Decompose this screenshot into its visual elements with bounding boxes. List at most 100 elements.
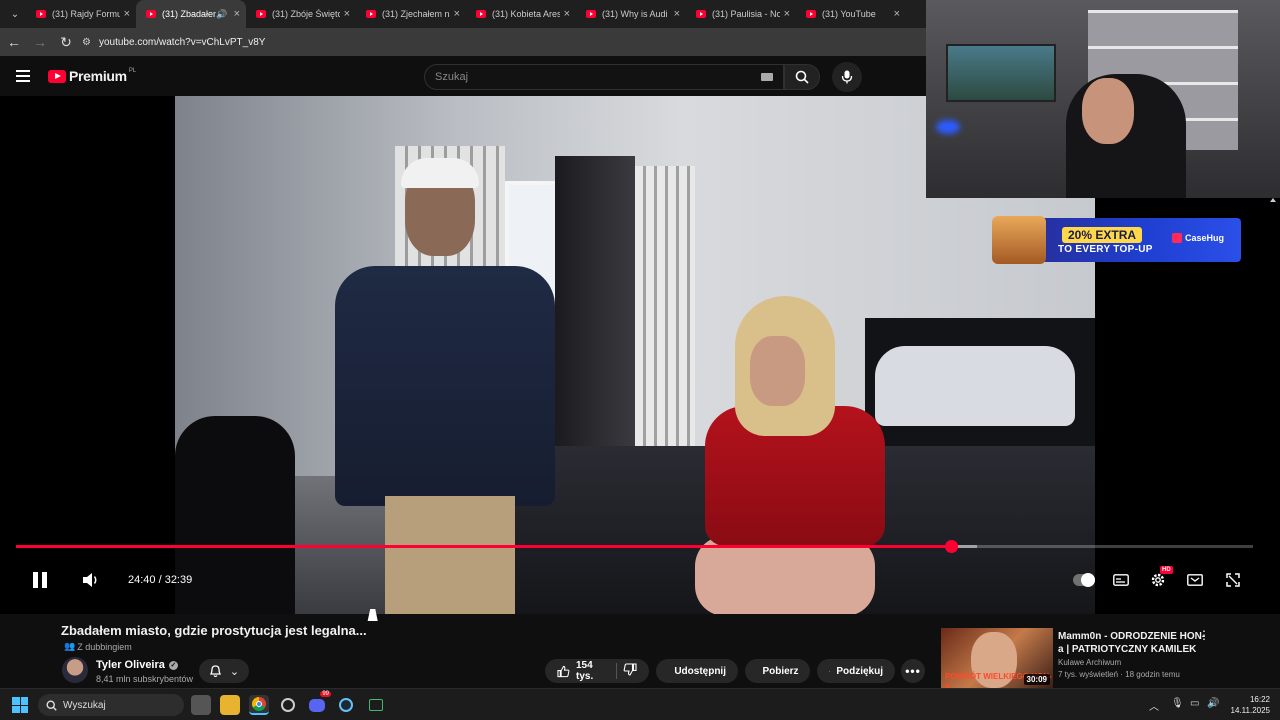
tray-chevron-up-icon[interactable]: ︿: [1149, 698, 1159, 713]
time-display: 24:40 / 32:39: [128, 574, 193, 586]
scrubber-handle[interactable]: [944, 540, 958, 553]
thanks-button[interactable]: $ Podziękuj: [817, 659, 895, 683]
search-input[interactable]: Szukaj: [424, 64, 784, 90]
fullscreen-button[interactable]: [1221, 568, 1245, 592]
browser-tab[interactable]: (31) Zbadałem 🔊 ×: [136, 0, 246, 28]
tab-close-icon[interactable]: ×: [564, 8, 570, 20]
search-button[interactable]: [784, 64, 820, 90]
youtube-play-logo-icon: [48, 69, 66, 83]
keyboard-icon[interactable]: [761, 73, 773, 81]
like-divider: [616, 663, 617, 679]
steam-icon[interactable]: [336, 695, 356, 715]
casehug-logo-icon: [1172, 233, 1182, 243]
channel-avatar[interactable]: [62, 657, 88, 683]
audio-playing-icon[interactable]: 🔊: [216, 9, 227, 20]
chrome-logo: [252, 697, 266, 711]
tab-close-icon[interactable]: ×: [344, 8, 350, 20]
browser-tab[interactable]: (31) Zjechałem na ×: [356, 0, 466, 28]
site-info-icon[interactable]: ⚙: [82, 37, 91, 48]
tab-close-icon[interactable]: ×: [784, 8, 790, 20]
tray-microphone-icon[interactable]: 🎙: [1171, 698, 1184, 709]
pause-icon: [33, 572, 38, 588]
browser-tab[interactable]: (31) Why is Audi ×: [576, 0, 686, 28]
thanks-label: Podziękuj: [836, 665, 883, 677]
tab-close-icon[interactable]: ×: [124, 8, 130, 20]
autoplay-toggle[interactable]: [1072, 568, 1096, 592]
search-icon: [46, 699, 57, 711]
dislike-button[interactable]: [623, 663, 637, 679]
tab-title: (31) Zjechałem na: [382, 9, 450, 19]
tab-title: (31) Kobieta Areszt: [492, 9, 560, 19]
back-arrow-icon[interactable]: ←: [2, 30, 26, 54]
browser-tab[interactable]: (31) Kobieta Areszt ×: [466, 0, 576, 28]
menu-hamburger-icon[interactable]: [16, 70, 38, 82]
verified-check-icon: ✓: [168, 660, 178, 670]
voice-search-button[interactable]: [832, 62, 862, 92]
more-vertical-icon[interactable]: ⋮: [1198, 628, 1210, 642]
discord-icon[interactable]: 99: [307, 691, 331, 715]
file-explorer-icon[interactable]: [220, 695, 240, 715]
terminal-icon[interactable]: [366, 695, 386, 715]
tab-title: (31) Paulisia - Nov: [712, 9, 780, 19]
channel-name[interactable]: Tyler Oliveira ✓: [96, 659, 178, 671]
recommended-channel[interactable]: Kulawe Archiwum: [1058, 658, 1121, 667]
reload-icon[interactable]: ↻: [54, 30, 78, 54]
promo-brand-text: CaseHug: [1185, 233, 1225, 243]
thumbs-down-icon: [623, 663, 637, 676]
tab-search-chevron-icon[interactable]: ⌄: [4, 3, 26, 25]
volume-icon: [83, 573, 97, 587]
tab-title: (31) YouTube: [822, 9, 876, 19]
tab-close-icon[interactable]: ×: [674, 8, 680, 20]
download-button[interactable]: Pobierz: [745, 659, 810, 683]
taskbar-search-box[interactable]: Wyszukaj: [38, 694, 184, 716]
video-scene-woman: [675, 296, 915, 614]
pause-button[interactable]: [30, 566, 50, 594]
address-bar-row: ← → ↻ ⚙ youtube.com/watch?v=vChLvPT_v8Y: [0, 28, 926, 56]
tray-network-icon[interactable]: ▭: [1190, 698, 1199, 709]
subscriber-count: 8,41 mln subskrybentów: [96, 674, 194, 684]
tab-close-icon[interactable]: ×: [894, 8, 900, 20]
promo-banner: 20% EXTRA TO EVERY TOP-UP CaseHug: [992, 216, 1241, 264]
pause-icon-bar: [42, 572, 47, 588]
tab-close-icon[interactable]: ×: [234, 8, 240, 20]
recommended-thumbnail[interactable]: POWRÓT WIELKIEGO HON-a 30:09: [941, 628, 1053, 688]
miniplayer-icon: [1187, 574, 1203, 586]
theater-mode-button[interactable]: [1183, 568, 1207, 592]
played-bar: [16, 545, 951, 548]
forward-arrow-icon[interactable]: →: [28, 30, 52, 54]
dubbed-text: Z dubbingiem: [77, 641, 132, 652]
share-label: Udostępnij: [674, 665, 726, 677]
browser-tab[interactable]: (31) Paulisia - Nov ×: [686, 0, 796, 28]
recommended-video[interactable]: POWRÓT WIELKIEGO HON-a 30:09 Mamm0n - OD…: [941, 628, 1261, 688]
page-scrollbar[interactable]: [1266, 196, 1280, 686]
youtube-favicon-icon: [476, 10, 486, 18]
like-button[interactable]: 154 tys.: [557, 660, 610, 682]
notifications-button[interactable]: ⌄: [199, 659, 249, 683]
dubbing-icon: 👥: [64, 641, 76, 651]
share-button[interactable]: Udostępnij: [656, 659, 738, 683]
more-actions-button[interactable]: •••: [901, 659, 925, 683]
windows-start-icon[interactable]: [12, 697, 28, 713]
youtube-logo[interactable]: Premium PL: [48, 68, 136, 84]
subtitles-icon: [1113, 574, 1129, 586]
heart-dollar-icon: $: [829, 670, 830, 672]
browser-tab[interactable]: (31) Zbóje Święto ×: [246, 0, 356, 28]
microphone-icon: [841, 70, 853, 84]
tray-speaker-icon[interactable]: 🔊: [1207, 698, 1219, 709]
tab-title: (31) Rajdy Formuł: [52, 9, 120, 19]
task-view-icon[interactable]: [191, 695, 211, 715]
recommended-title[interactable]: Mamm0n - ODRODZENIE HON-a | PATRIOTYCZNY…: [1058, 630, 1208, 656]
scroll-up-arrow-icon[interactable]: [1270, 198, 1276, 202]
app-circle-icon[interactable]: [278, 695, 298, 715]
url-field[interactable]: ⚙ youtube.com/watch?v=vChLvPT_v8Y: [82, 31, 918, 53]
browser-tab[interactable]: (31) YouTube ×: [796, 0, 906, 28]
subtitles-button[interactable]: [1109, 568, 1133, 592]
taskbar-clock[interactable]: 16:22 14.11.2025: [1226, 694, 1270, 716]
browser-tab[interactable]: (31) Rajdy Formuł ×: [26, 0, 136, 28]
progress-bar[interactable]: [16, 540, 1253, 553]
chevron-down-icon: ⌄: [229, 665, 240, 678]
tab-close-icon[interactable]: ×: [454, 8, 460, 20]
youtube-header: Premium PL Szukaj: [0, 56, 926, 96]
volume-button[interactable]: [80, 566, 102, 594]
chrome-icon[interactable]: [249, 695, 269, 715]
